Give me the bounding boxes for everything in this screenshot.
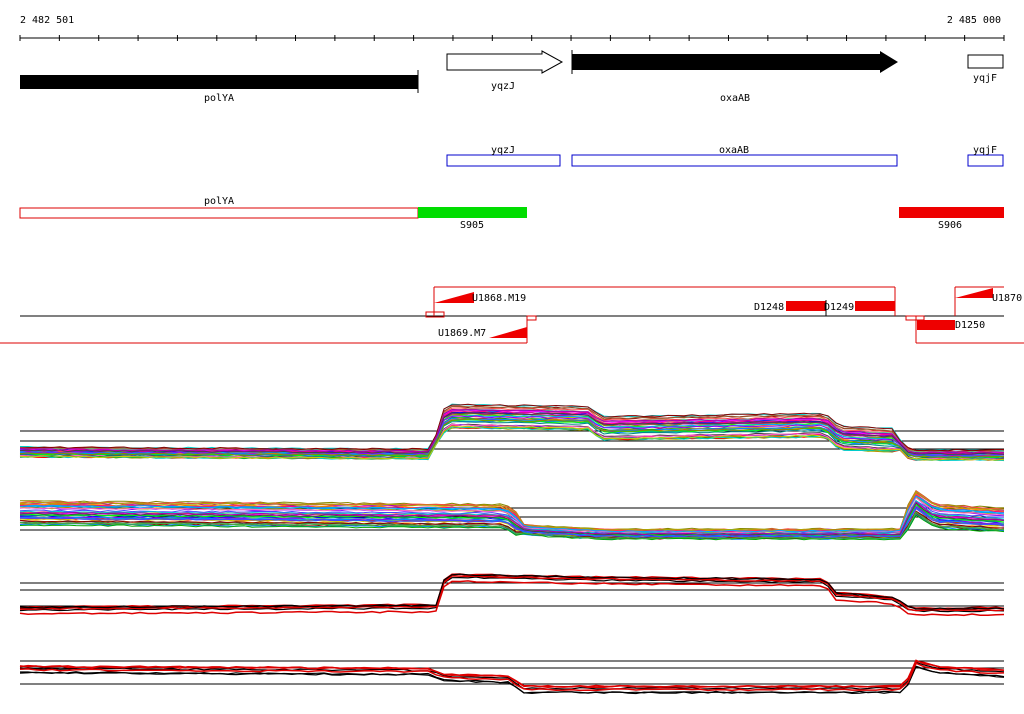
transcript-track: U1868.M19 U1869.M7 U1870 D1248 D1249 D12…: [0, 286, 1024, 344]
feature-plus-yqzJ[interactable]: yqzJ: [446, 145, 561, 167]
expression-series-line: [20, 573, 1005, 610]
gene-polYA[interactable]: polYA: [20, 70, 419, 104]
feature-plus-oxaAB[interactable]: oxaAB: [571, 145, 898, 167]
expression-panel-plus-all: [19, 403, 1005, 462]
feature-label-yqjF: yqjF: [973, 145, 997, 156]
transcript-label-U1869: U1869.M7: [438, 328, 486, 339]
gene-label-yqjF: yqjF: [973, 73, 997, 84]
segment-label-S906: S906: [938, 220, 962, 231]
break-label-D1250: D1250: [955, 320, 985, 331]
transcript-U1870[interactable]: U1870: [954, 286, 1022, 316]
gene-label-oxaAB: oxaAB: [720, 93, 750, 104]
feature-label-polYA: polYA: [204, 196, 234, 207]
feature-label-oxaAB: oxaAB: [719, 145, 749, 156]
ruler-end-label: 2 485 000: [947, 15, 1001, 26]
transcript-label-U1870: U1870: [992, 293, 1022, 304]
feature-plus-yqjF[interactable]: yqjF: [967, 145, 1004, 167]
break-D1250[interactable]: D1250: [917, 320, 985, 331]
feature-label-yqzJ: yqzJ: [491, 145, 515, 156]
break-D1249[interactable]: D1249: [824, 300, 895, 316]
gene-yqzJ[interactable]: yqzJ: [446, 50, 564, 92]
coordinate-ruler: 2 482 501 2 485 000: [19, 15, 1005, 41]
gene-label-yqzJ: yqzJ: [491, 81, 515, 92]
break-label-D1249: D1249: [824, 302, 854, 313]
expression-panel-minus-all: [19, 489, 1005, 541]
gene-yqjF[interactable]: yqjF: [967, 54, 1004, 84]
expression-panel-minus-selected: [19, 659, 1005, 695]
expression-series-line: [19, 573, 1005, 610]
minus-strand-feature-track: polYA S905 S906: [19, 196, 1004, 231]
segment-label-S905: S905: [460, 220, 484, 231]
feature-minus-polYA[interactable]: polYA: [19, 196, 419, 219]
break-D1248[interactable]: D1248: [754, 301, 826, 313]
expression-series-line: [19, 573, 1005, 610]
segment-S906[interactable]: S906: [899, 207, 1004, 231]
transcript-U1869[interactable]: U1869.M7: [0, 315, 537, 344]
break-label-D1248: D1248: [754, 302, 784, 313]
gene-label-polYA: polYA: [204, 93, 234, 104]
plus-strand-feature-track: yqzJ oxaAB yqjF: [446, 145, 1004, 167]
ruler-start-label: 2 482 501: [20, 15, 74, 26]
genome-browser-view: 2 482 501 2 485 000 polYA yqzJ oxaAB yqj…: [0, 15, 1024, 695]
gene-oxaAB[interactable]: oxaAB: [571, 50, 898, 104]
segment-S905[interactable]: S905: [418, 207, 527, 231]
transcript-label-U1868: U1868.M19: [472, 293, 526, 304]
expression-series-line: [19, 580, 1005, 617]
gene-track: polYA yqzJ oxaAB yqjF: [20, 50, 1004, 104]
expression-panel-plus-selected: [19, 573, 1005, 617]
